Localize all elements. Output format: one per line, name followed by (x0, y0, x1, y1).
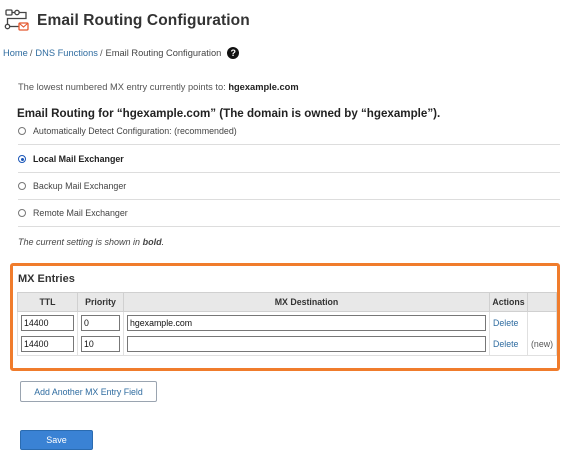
mx-entries-table: TTL Priority MX Destination Actions Dele… (17, 292, 557, 356)
breadcrumb-dns-functions-link[interactable]: DNS Functions (35, 48, 98, 58)
radio-remote-mail-exchanger[interactable]: Remote Mail Exchanger (18, 200, 560, 227)
radio-label: Local Mail Exchanger (33, 154, 124, 164)
tag-cell (527, 311, 557, 334)
ttl-input[interactable] (21, 314, 74, 331)
priority-cell (77, 311, 124, 334)
priority-cell (77, 333, 124, 356)
tag-cell: (new) (527, 333, 557, 356)
column-header-extra (527, 292, 557, 312)
column-header-priority: Priority (77, 292, 124, 312)
mx-pointer-host: hgexample.com (228, 82, 299, 92)
radio-button[interactable] (18, 127, 26, 135)
page-header: Email Routing Configuration (4, 7, 250, 35)
email-routing-icon (4, 8, 30, 34)
delete-link[interactable]: Delete (493, 339, 518, 349)
table-header-row: TTL Priority MX Destination Actions (17, 292, 557, 312)
priority-input[interactable] (81, 336, 120, 353)
actions-cell: Delete (489, 333, 528, 356)
add-mx-entry-button[interactable]: Add Another MX Entry Field (20, 381, 157, 402)
ttl-input[interactable] (21, 336, 74, 353)
mx-entries-title: MX Entries (18, 273, 75, 285)
current-setting-note: The current setting is shown in bold. (18, 237, 164, 247)
destination-cell (123, 333, 490, 356)
breadcrumb-home-link[interactable]: Home (3, 48, 28, 58)
row-tag: (new) (531, 339, 553, 350)
column-header-mx-destination: MX Destination (123, 292, 490, 312)
radio-button[interactable] (18, 209, 26, 217)
radio-button[interactable] (18, 182, 26, 190)
table-row: Delete (17, 311, 557, 334)
column-header-ttl: TTL (17, 292, 78, 312)
current-setting-suffix: . (161, 237, 165, 247)
radio-button[interactable] (18, 155, 26, 163)
column-header-actions: Actions (489, 292, 528, 312)
table-row: Delete (new) (17, 333, 557, 356)
question-circle-icon[interactable]: ? (227, 47, 240, 59)
radio-local-mail-exchanger[interactable]: Local Mail Exchanger (18, 146, 560, 173)
mx-destination-input[interactable] (127, 336, 486, 353)
mx-destination-input[interactable] (127, 314, 486, 331)
ttl-cell (17, 333, 78, 356)
current-setting-emphasis: bold (142, 237, 162, 247)
breadcrumb-separator: / (29, 48, 33, 58)
destination-cell (123, 311, 490, 334)
breadcrumb-separator: / (99, 48, 103, 58)
breadcrumb: Home / DNS Functions / Email Routing Con… (3, 46, 240, 60)
radio-auto-detect[interactable]: Automatically Detect Configuration: (rec… (18, 118, 560, 145)
priority-input[interactable] (81, 314, 120, 331)
radio-label: Backup Mail Exchanger (33, 181, 127, 191)
radio-backup-mail-exchanger[interactable]: Backup Mail Exchanger (18, 173, 560, 200)
delete-link[interactable]: Delete (493, 318, 518, 328)
breadcrumb-current: Email Routing Configuration (105, 48, 222, 58)
ttl-cell (17, 311, 78, 334)
radio-label: Remote Mail Exchanger (33, 208, 128, 218)
mx-pointer-text: The lowest numbered MX entry currently p… (18, 82, 226, 92)
actions-cell: Delete (489, 311, 528, 334)
current-setting-prefix: The current setting is shown in (18, 237, 141, 247)
save-button[interactable]: Save (20, 430, 93, 450)
page-title: Email Routing Configuration (37, 12, 250, 29)
radio-label: Automatically Detect Configuration: (rec… (33, 126, 237, 136)
mx-pointer-note: The lowest numbered MX entry currently p… (18, 82, 299, 92)
